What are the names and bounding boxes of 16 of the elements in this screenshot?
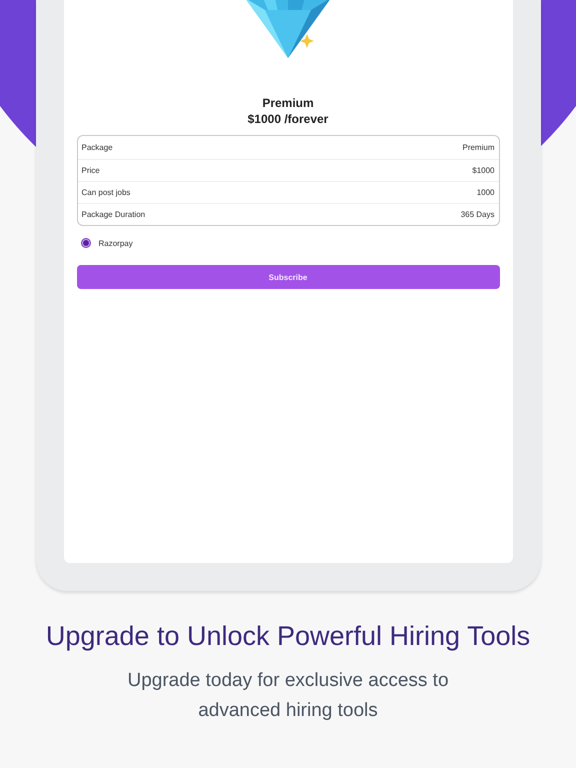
detail-value: 1000 [476, 188, 494, 197]
radio-button[interactable] [80, 238, 90, 248]
diamond-icon [245, 0, 331, 58]
plan-name: Premium [262, 96, 314, 110]
payment-label: Razorpay [98, 238, 133, 248]
detail-value: $1000 [472, 166, 494, 175]
detail-label: Package [82, 143, 113, 152]
subheadline: Upgrade today for exclusive access to advanced hiring tools [126, 669, 450, 723]
subscribe-button[interactable]: Subscribe [76, 265, 500, 289]
headline: Upgrade to Unlock Powerful Hiring Tools [46, 621, 530, 652]
detail-value: 365 Days [460, 210, 494, 219]
detail-value: Premium [462, 143, 494, 152]
detail-label: Can post jobs [82, 188, 130, 197]
plan-price: $1000 /forever [248, 112, 328, 126]
detail-label: Package Duration [82, 210, 146, 219]
detail-label: Price [82, 166, 100, 175]
